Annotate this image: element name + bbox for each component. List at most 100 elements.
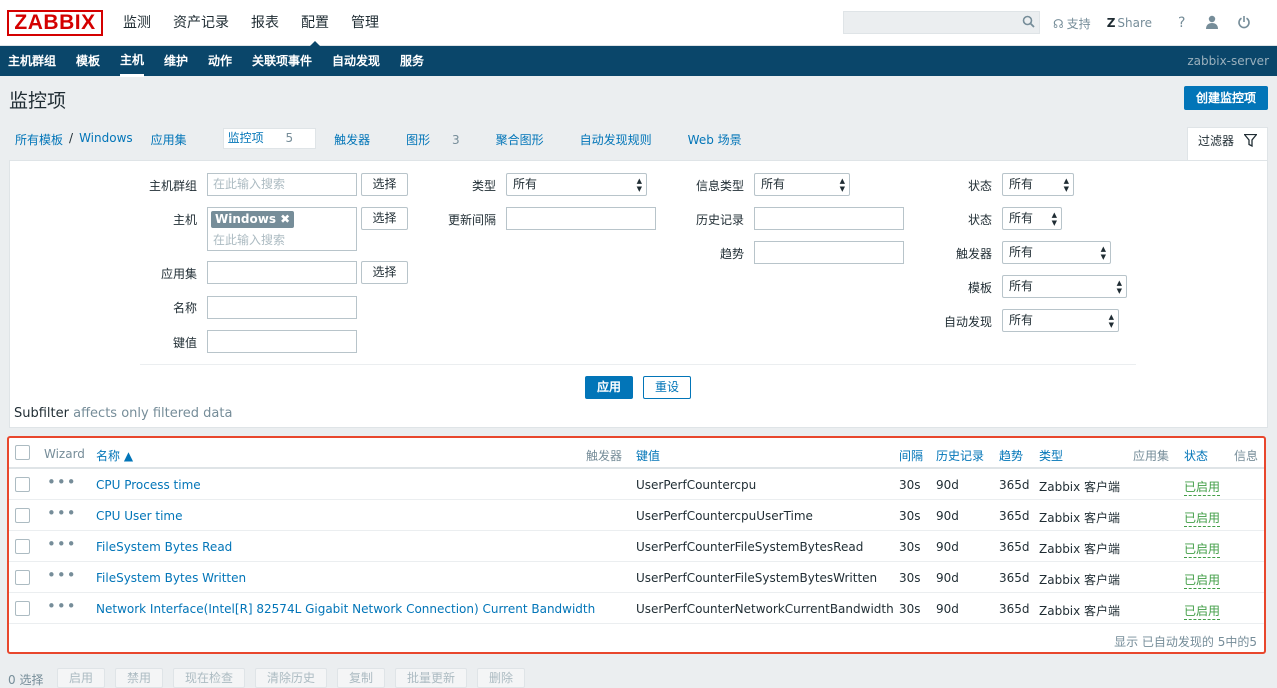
subnav-discovery[interactable]: 自动发现 <box>332 46 380 76</box>
row-checkbox[interactable] <box>15 477 30 492</box>
subnav-templates[interactable]: 模板 <box>76 46 100 76</box>
item-trends: 365d <box>999 571 1030 585</box>
subnav-host-groups[interactable]: 主机群组 <box>8 46 56 76</box>
tab-screens[interactable]: 聚合图形 <box>496 131 562 149</box>
sign-out-icon[interactable] <box>1237 15 1251 32</box>
zabbix-logo[interactable]: ZABBIX <box>7 10 103 36</box>
chevron-updown-icon: ▲ ▼ <box>1100 245 1106 261</box>
check-now-button[interactable]: 现在检查 <box>173 668 245 688</box>
row-checkbox[interactable] <box>15 539 30 554</box>
copy-button[interactable]: 复制 <box>337 668 385 688</box>
global-search-input[interactable] <box>843 11 1040 34</box>
user-profile-icon[interactable] <box>1205 15 1219 32</box>
chevron-updown-icon: ▲ ▼ <box>1063 177 1069 193</box>
host-group-input[interactable]: 在此输入搜索 <box>207 173 357 196</box>
item-status-link[interactable]: 已启用 <box>1184 602 1221 620</box>
wizard-menu-icon[interactable]: ••• <box>47 504 77 522</box>
info-type-select[interactable]: 所有 ▲ ▼ <box>754 173 850 196</box>
help-link[interactable]: ? <box>1178 15 1185 31</box>
host-group-select-button[interactable]: 选择 <box>361 173 408 196</box>
discovery-select[interactable]: 所有 ▲ ▼ <box>1002 309 1119 332</box>
history-input[interactable] <box>754 207 904 230</box>
item-status-link[interactable]: 已启用 <box>1184 571 1221 589</box>
name-input[interactable] <box>207 296 357 319</box>
enable-button[interactable]: 启用 <box>57 668 105 688</box>
remove-tag-icon[interactable]: ✖ <box>280 212 290 226</box>
delete-button[interactable]: 删除 <box>477 668 525 688</box>
wizard-menu-icon[interactable]: ••• <box>47 566 77 584</box>
clear-history-button[interactable]: 清除历史 <box>255 668 327 688</box>
application-input[interactable] <box>207 261 357 284</box>
status-label: 状态 <box>967 213 992 227</box>
mass-update-button[interactable]: 批量更新 <box>395 668 467 688</box>
menu-configuration[interactable]: 配置 <box>290 0 340 47</box>
subnav-correlation[interactable]: 关联项事件 <box>252 46 312 76</box>
trends-input[interactable] <box>754 241 904 264</box>
info-type-label: 信息类型 <box>695 179 744 193</box>
tab-items[interactable]: 监控项 5 <box>222 128 317 149</box>
host-select-button[interactable]: 选择 <box>361 207 408 230</box>
item-name-link[interactable]: CPU Process time <box>96 478 201 492</box>
tab-graphs[interactable]: 图形 3 <box>406 131 477 149</box>
breadcrumb-separator: / <box>69 131 74 145</box>
menu-reports[interactable]: 报表 <box>240 0 290 46</box>
row-checkbox[interactable] <box>15 601 30 616</box>
row-checkbox[interactable] <box>15 508 30 523</box>
select-all-checkbox[interactable] <box>15 445 30 460</box>
subnav-hosts[interactable]: 主机 <box>120 46 145 77</box>
item-name-link[interactable]: FileSystem Bytes Written <box>96 571 246 585</box>
create-item-button[interactable]: 创建监控项 <box>1184 86 1268 110</box>
item-status-link[interactable]: 已启用 <box>1184 509 1221 527</box>
breadcrumb-template[interactable]: Windows <box>79 131 133 149</box>
wizard-menu-icon[interactable]: ••• <box>47 473 77 491</box>
item-status-link[interactable]: 已启用 <box>1184 540 1221 558</box>
subnav-services[interactable]: 服务 <box>400 46 424 76</box>
triggers-select[interactable]: 所有 ▲ ▼ <box>1002 241 1111 264</box>
filter-tab[interactable]: 过滤器 <box>1187 127 1268 161</box>
tab-applications[interactable]: 应用集 <box>151 131 205 149</box>
breadcrumb-all-templates[interactable]: 所有模板 <box>15 131 63 149</box>
col-type[interactable]: 类型 <box>1039 447 1063 464</box>
menu-administration[interactable]: 管理 <box>340 0 390 46</box>
wizard-menu-icon[interactable]: ••• <box>47 597 77 615</box>
support-link[interactable]: ☊ 支持 <box>1053 15 1091 32</box>
col-interval[interactable]: 间隔 <box>899 447 923 464</box>
item-key: UserPerfCountercpuUserTime <box>636 509 813 523</box>
row-checkbox[interactable] <box>15 570 30 585</box>
type-select[interactable]: 所有 ▲ ▼ <box>506 173 647 196</box>
col-name[interactable]: 名称 ▲ <box>96 447 133 464</box>
table-row: ••• FileSystem Bytes Written UserPerfCou… <box>9 562 1264 593</box>
disable-button[interactable]: 禁用 <box>115 668 163 688</box>
tab-discovery-rules[interactable]: 自动发现规则 <box>580 131 670 149</box>
subnav-actions[interactable]: 动作 <box>208 46 232 76</box>
tab-web-scenarios[interactable]: Web 场景 <box>688 131 760 149</box>
reset-button[interactable]: 重设 <box>643 376 691 399</box>
share-link[interactable]: Z Share <box>1107 16 1152 30</box>
item-name-link[interactable]: Network Interface(Intel[R] 82574L Gigabi… <box>96 602 595 616</box>
item-status-link[interactable]: 已启用 <box>1184 478 1221 496</box>
update-interval-input[interactable] <box>506 207 656 230</box>
wizard-menu-icon[interactable]: ••• <box>47 535 77 553</box>
col-trends[interactable]: 趋势 <box>999 447 1023 464</box>
application-select-button[interactable]: 选择 <box>361 261 408 284</box>
menu-inventory[interactable]: 资产记录 <box>162 0 240 46</box>
page-title: 监控项 <box>9 90 67 112</box>
subnav-maintenance[interactable]: 维护 <box>164 46 188 76</box>
tab-triggers[interactable]: 触发器 <box>334 131 388 149</box>
apply-button[interactable]: 应用 <box>585 376 633 399</box>
host-multiselect[interactable]: Windows ✖ 在此输入搜索 <box>207 207 357 251</box>
template-select[interactable]: 所有 ▲ ▼ <box>1002 275 1127 298</box>
menu-monitoring[interactable]: 监测 <box>112 0 162 46</box>
item-name-link[interactable]: CPU User time <box>96 509 183 523</box>
status-select[interactable]: 所有 ▲ ▼ <box>1002 207 1062 230</box>
chevron-updown-icon: ▲ ▼ <box>839 177 845 193</box>
col-status[interactable]: 状态 <box>1184 447 1208 464</box>
state-select[interactable]: 所有 ▲ ▼ <box>1002 173 1074 196</box>
col-key[interactable]: 键值 <box>636 447 660 464</box>
host-label: 主机 <box>172 213 197 227</box>
key-input[interactable] <box>207 330 357 353</box>
col-history[interactable]: 历史记录 <box>936 447 984 464</box>
item-name-link[interactable]: FileSystem Bytes Read <box>96 540 232 554</box>
search-icon[interactable] <box>1022 15 1035 28</box>
item-trends: 365d <box>999 602 1030 616</box>
